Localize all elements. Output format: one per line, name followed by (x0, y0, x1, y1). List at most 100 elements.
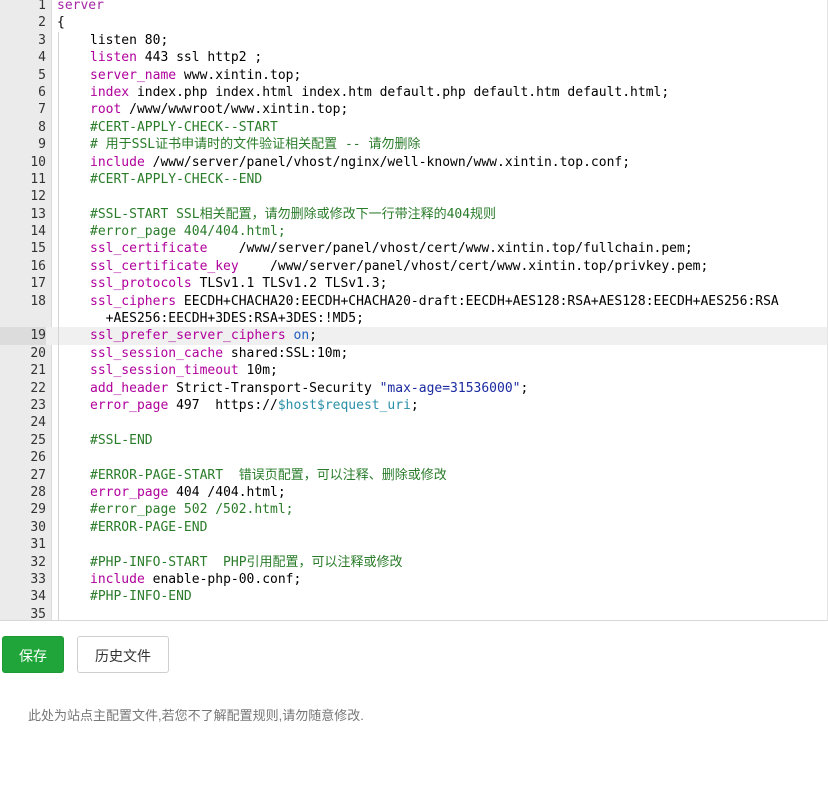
code-line[interactable]: 16 ssl_certificate_key /www/server/panel/… (0, 257, 827, 276)
line-number-text: 1 (38, 0, 46, 13)
code-token: #PHP-INFO-END (90, 589, 192, 605)
code-editor[interactable]: 1 server 2{3 listen 80; 4 listen 443 ssl http… (0, 0, 828, 621)
code-line[interactable]: 33 include enable-php-00.conf; (0, 570, 827, 589)
code-line[interactable]: 34 #PHP-INFO-END (0, 588, 827, 606)
line-number: 28 (0, 484, 46, 501)
code-line[interactable]: 14 #error_page 404/404.html; (0, 223, 827, 241)
code-token: 10m; (238, 363, 278, 379)
line-number-text: 6 (38, 84, 46, 100)
save-button[interactable]: 保存 (2, 636, 64, 673)
code-line[interactable]: 11 #CERT-APPLY-CHECK--END (0, 170, 827, 189)
line-number: 4 (0, 49, 46, 66)
code-token: error_page (90, 484, 169, 500)
line-number-text: 5 (38, 67, 46, 83)
code-line[interactable]: 7 root /www/wwwroot/www.xintin.top; (0, 101, 827, 119)
line-number-text: 10 (30, 154, 46, 170)
indent-guide (58, 240, 90, 258)
code-line[interactable]: 31 (0, 536, 827, 554)
indent-guide (58, 83, 90, 102)
code-line[interactable]: 12 (0, 188, 827, 206)
code-line[interactable]: 1 server (0, 0, 827, 14)
code-line[interactable]: 20 ssl_session_cache shared:SSL:10m; (0, 344, 827, 363)
line-number-text: 28 (30, 484, 46, 500)
code-token: ssl_ciphers (90, 293, 177, 309)
code-token: root (90, 102, 122, 118)
code-token: on (293, 328, 310, 344)
code-line[interactable]: 10 include /www/server/panel/vhost/nginx/… (0, 153, 827, 171)
code-line[interactable]: 21 ssl_session_timeout 10m; (0, 362, 827, 380)
code-line[interactable]: 32 #PHP-INFO-START PHP引用配置，可以注释或修改 (0, 553, 827, 571)
code-token: ssl_certificate (90, 241, 208, 257)
line-number-text: 3 (38, 32, 46, 48)
code-line[interactable]: 9 # 用于SSL证书申请时的文件验证相关配置 -- 请勿删除 (0, 136, 827, 154)
code-text: add_header Strict-Transport-Security "ma… (57, 379, 820, 397)
line-number-text: 19 (30, 328, 46, 344)
code-line[interactable]: 25 #SSL-END (0, 431, 827, 450)
code-line[interactable]: 24 (0, 414, 827, 432)
code-token: add_header (90, 380, 169, 396)
line-number: 30 (0, 519, 46, 536)
line-number-text: 23 (30, 398, 46, 413)
line-number: 15 (0, 240, 46, 257)
line-number-text: 27 (30, 467, 46, 483)
code-line[interactable]: 17 ssl_protocols TLSv1.1 TLSv1.2 TLSv1.3; (0, 275, 827, 293)
code-line[interactable]: 27 #ERROR-PAGE-START 错误页配置，可以注释、删除或修改 (0, 466, 827, 484)
code-text (57, 605, 820, 620)
line-number-text: 13 (30, 206, 46, 222)
code-line[interactable]: 29 #error_page 502 /502.html; (0, 501, 827, 519)
code-line[interactable]: 4 listen 443 ssl http2 ; (0, 49, 827, 67)
code-token: #ERROR-PAGE-END (90, 519, 208, 535)
code-text: root /www/wwwroot/www.xintin.top; (57, 101, 820, 119)
line-number-text: 34 (30, 589, 46, 605)
line-number: 6 (0, 84, 46, 101)
code-text: #CERT-APPLY-CHECK--END (57, 170, 820, 189)
code-line[interactable]: 23 error_page 497 https://$host$request_u… (0, 397, 827, 415)
code-line[interactable]: 22 add_header Strict-Transport-Security "… (0, 379, 827, 397)
line-number: 17 (0, 275, 46, 292)
line-number-text: 32 (30, 554, 46, 570)
code-token: index.php index.html index.htm default.p… (129, 84, 670, 100)
code-line[interactable]: 28 error_page 404 /404.html; (0, 483, 827, 502)
code-token: /www/server/panel/vhost/cert/www.xintin.… (207, 241, 693, 257)
code-line[interactable]: 30 #ERROR-PAGE-END (0, 518, 827, 537)
code-text: #error_page 404/404.html; (57, 223, 820, 241)
code-text: #error_page 502 /502.html; (57, 501, 820, 519)
code-token: # 用于SSL证书申请时的文件验证相关配置 -- 请勿删除 (90, 137, 421, 153)
code-token: error_page (90, 398, 169, 413)
line-number-text: 22 (30, 380, 46, 396)
code-line[interactable]: 26 (0, 449, 827, 467)
code-text: error_page 497 https://$host$request_uri… (57, 397, 820, 415)
indent-guide (58, 449, 90, 467)
code-text: listen 443 ssl http2 ; (57, 49, 820, 67)
code-line[interactable]: 19 ssl_prefer_server_ciphers on; (0, 327, 827, 345)
code-line[interactable]: 6 index index.php index.html index.htm de… (0, 83, 827, 102)
code-text: ssl_session_timeout 10m; (57, 362, 820, 380)
code-line[interactable]: 5 server_name www.xintin.top; (0, 66, 827, 84)
code-line[interactable]: 15 ssl_certificate /www/server/panel/vhos… (0, 240, 827, 258)
line-number: 13 (0, 206, 46, 223)
code-lines[interactable]: 1 server 2{3 listen 80; 4 listen 443 ssl http… (0, 0, 827, 620)
code-line[interactable]: 3 listen 80; (0, 31, 827, 50)
indent-guide (58, 536, 90, 554)
code-line[interactable]: 13 #SSL-START SSL相关配置，请勿删除或修改下一行带注释的404规则 (0, 205, 827, 224)
code-token: #SSL-START SSL相关配置，请勿删除或修改下一行带注释的404规则 (90, 206, 497, 222)
code-token: TLSv1.1 TLSv1.2 TLSv1.3; (191, 276, 388, 292)
code-token: 404 /404.html; (168, 484, 286, 500)
line-number: 10 (0, 154, 46, 171)
code-token: listen 80; (90, 32, 169, 48)
code-text: #PHP-INFO-END (57, 588, 820, 606)
line-number-text: 33 (30, 571, 46, 587)
line-number: 2 (0, 14, 46, 31)
indent-guide (58, 31, 90, 50)
code-line[interactable]: 18 ssl_ciphers EECDH+CHACHA20:EECDH+CHACH… (0, 292, 827, 328)
code-line[interactable]: 2{ (0, 14, 827, 31)
code-line[interactable]: 35 (0, 605, 827, 620)
code-text (57, 449, 820, 467)
line-number-text: 2 (38, 15, 46, 31)
line-number-text: 21 (30, 363, 46, 379)
indent-guide (58, 257, 90, 276)
code-line[interactable]: 8 #CERT-APPLY-CHECK--START (0, 118, 827, 137)
history-files-button[interactable]: 历史文件 (77, 636, 169, 673)
code-token: #ERROR-PAGE-START 错误页配置，可以注释、删除或修改 (90, 467, 447, 483)
